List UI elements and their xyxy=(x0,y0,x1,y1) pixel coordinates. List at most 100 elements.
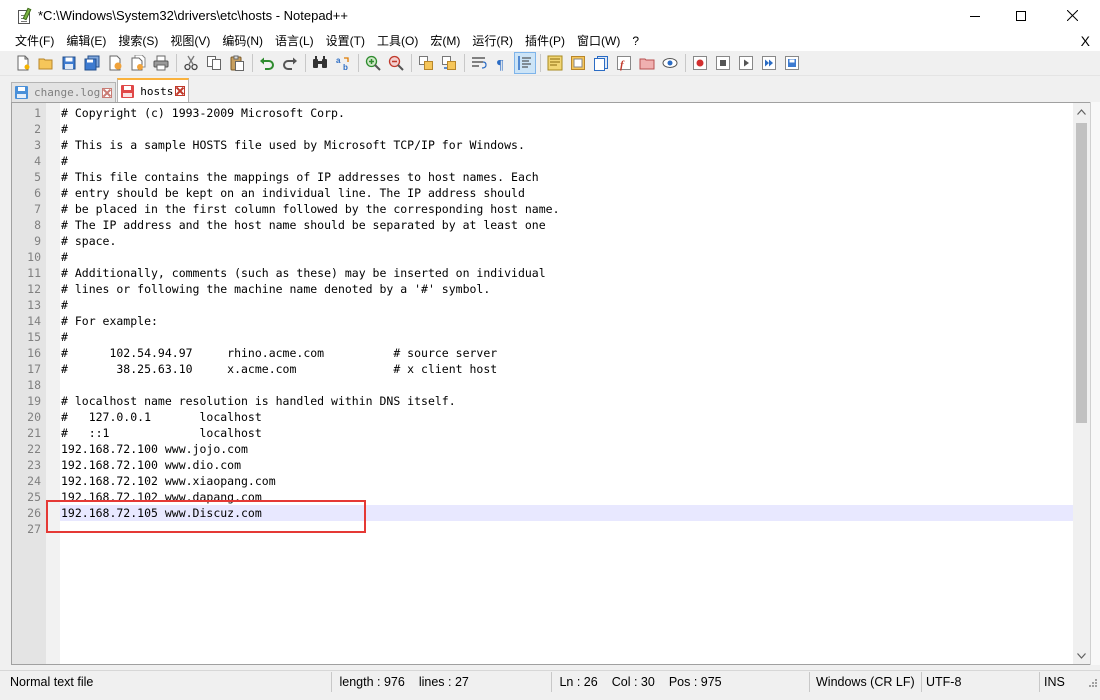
code-line[interactable]: # For example: xyxy=(60,313,1073,329)
save-macro-button[interactable] xyxy=(781,52,803,74)
run-macro-multiple-button[interactable] xyxy=(758,52,780,74)
menu-help[interactable]: ? xyxy=(626,31,645,51)
find-button[interactable] xyxy=(309,52,331,74)
code-line[interactable]: # 102.54.94.97 rhino.acme.com # source s… xyxy=(60,345,1073,361)
code-line[interactable]: # xyxy=(60,153,1073,169)
cut-icon xyxy=(184,55,198,71)
close-window-button[interactable] xyxy=(1044,0,1100,31)
code-line[interactable]: 192.168.72.102 www.dapang.com xyxy=(60,489,1073,505)
function-list-button[interactable]: f xyxy=(613,52,635,74)
sync-vertical-button[interactable] xyxy=(415,52,437,74)
code-line[interactable]: 192.168.72.102 www.xiaopang.com xyxy=(60,473,1073,489)
code-line[interactable] xyxy=(60,377,1073,393)
new-file-button[interactable] xyxy=(12,52,34,74)
scrollbar-thumb[interactable] xyxy=(1076,123,1087,423)
doc-list-button[interactable] xyxy=(590,52,612,74)
code-line[interactable]: # ::1 localhost xyxy=(60,425,1073,441)
tab-change-log[interactable]: change.log xyxy=(11,82,117,102)
code-line[interactable]: # This is a sample HOSTS file used by Mi… xyxy=(60,137,1073,153)
show-all-chars-button[interactable]: ¶ xyxy=(491,52,513,74)
tab-hosts[interactable]: hosts xyxy=(117,78,190,102)
menu-plugins[interactable]: 插件(P) xyxy=(519,31,571,51)
status-eol[interactable]: Windows (CR LF) xyxy=(810,672,922,692)
code-line[interactable]: # Copyright (c) 1993-2009 Microsoft Corp… xyxy=(60,105,1073,121)
text-area[interactable]: # Copyright (c) 1993-2009 Microsoft Corp… xyxy=(60,105,1073,537)
status-encoding[interactable]: UTF-8 xyxy=(922,672,1040,692)
code-line[interactable]: # The IP address and the host name shoul… xyxy=(60,217,1073,233)
redo-button[interactable] xyxy=(279,52,301,74)
code-line[interactable]: 192.168.72.100 www.dio.com xyxy=(60,457,1073,473)
menu-view[interactable]: 视图(V) xyxy=(164,31,216,51)
status-col: Col : 30 xyxy=(611,675,655,689)
code-line[interactable]: # entry should be kept on an individual … xyxy=(60,185,1073,201)
paste-button[interactable] xyxy=(226,52,248,74)
code-line[interactable]: # lines or following the machine name de… xyxy=(60,281,1073,297)
code-line[interactable]: 192.168.72.100 www.jojo.com xyxy=(60,441,1073,457)
stop-record-button[interactable] xyxy=(712,52,734,74)
folder-workspace-button[interactable] xyxy=(636,52,658,74)
menu-edit[interactable]: 编辑(E) xyxy=(60,31,112,51)
resize-grip-icon[interactable] xyxy=(1086,676,1098,688)
menu-macro[interactable]: 宏(M) xyxy=(424,31,466,51)
close-document-button[interactable]: X xyxy=(1081,33,1090,49)
code-line[interactable]: # 38.25.63.10 x.acme.com # x client host xyxy=(60,361,1073,377)
copy-icon xyxy=(207,56,221,70)
doc-map-button[interactable] xyxy=(567,52,589,74)
menu-file[interactable]: 文件(F) xyxy=(9,31,60,51)
play-macro-button[interactable] xyxy=(735,52,757,74)
menu-settings[interactable]: 设置(T) xyxy=(320,31,371,51)
print-button[interactable] xyxy=(150,52,172,74)
code-line[interactable]: # xyxy=(60,329,1073,345)
menu-run[interactable]: 运行(R) xyxy=(466,31,519,51)
code-line[interactable]: # be placed in the first column followed… xyxy=(60,201,1073,217)
save-all-button[interactable] xyxy=(81,52,103,74)
menu-tools[interactable]: 工具(O) xyxy=(371,31,424,51)
maximize-button[interactable] xyxy=(998,0,1044,31)
stop-record-icon xyxy=(716,56,730,70)
zoom-out-button[interactable] xyxy=(385,52,407,74)
code-line[interactable]: # This file contains the mappings of IP … xyxy=(60,169,1073,185)
code-line[interactable]: # xyxy=(60,121,1073,137)
save-all-icon xyxy=(84,55,100,71)
tab-close-icon[interactable] xyxy=(175,86,186,96)
sync-horizontal-button[interactable] xyxy=(438,52,460,74)
scroll-up-button[interactable] xyxy=(1073,103,1090,120)
scroll-down-button[interactable] xyxy=(1073,647,1090,664)
code-line[interactable]: # localhost name resolution is handled w… xyxy=(60,393,1073,409)
monitoring-button[interactable] xyxy=(659,52,681,74)
code-line[interactable]: # 127.0.0.1 localhost xyxy=(60,409,1073,425)
code-line[interactable]: # xyxy=(60,249,1073,265)
close-icon xyxy=(1066,10,1078,21)
zoom-in-icon xyxy=(365,55,381,71)
copy-button[interactable] xyxy=(203,52,225,74)
tab-close-icon[interactable] xyxy=(102,87,113,98)
replace-button[interactable]: ab xyxy=(332,52,354,74)
minimize-button[interactable] xyxy=(952,0,998,31)
menu-language[interactable]: 语言(L) xyxy=(269,31,320,51)
code-line[interactable]: # Additionally, comments (such as these)… xyxy=(60,265,1073,281)
indent-guide-button[interactable] xyxy=(514,52,536,74)
code-line[interactable]: # xyxy=(60,297,1073,313)
save-button[interactable] xyxy=(58,52,80,74)
record-macro-button[interactable] xyxy=(689,52,711,74)
undo-button[interactable] xyxy=(256,52,278,74)
monitoring-icon xyxy=(662,58,678,68)
vertical-scrollbar[interactable] xyxy=(1073,103,1090,664)
code-line[interactable] xyxy=(60,521,1073,537)
current-code-line[interactable]: 192.168.72.105 www.Discuz.com xyxy=(60,505,1073,521)
close-button[interactable] xyxy=(104,52,126,74)
menu-encoding[interactable]: 编码(N) xyxy=(216,31,269,51)
editor-pane[interactable]: 1 2 3 4 5 6 7 8 9 10 11 12 13 14 15 16 17 18 19 20 21 22 23 24 2… xyxy=(11,102,1090,665)
line-number: 20 xyxy=(27,410,41,424)
close-all-button[interactable] xyxy=(127,52,149,74)
zoom-in-button[interactable] xyxy=(362,52,384,74)
cut-button[interactable] xyxy=(180,52,202,74)
user-language-button[interactable] xyxy=(544,52,566,74)
code-line[interactable]: # space. xyxy=(60,233,1073,249)
word-wrap-button[interactable] xyxy=(468,52,490,74)
fold-margin[interactable] xyxy=(46,103,60,664)
status-insert-mode[interactable]: INS xyxy=(1040,672,1085,692)
menu-search[interactable]: 搜索(S) xyxy=(112,31,164,51)
menu-window[interactable]: 窗口(W) xyxy=(571,31,626,51)
open-file-button[interactable] xyxy=(35,52,57,74)
